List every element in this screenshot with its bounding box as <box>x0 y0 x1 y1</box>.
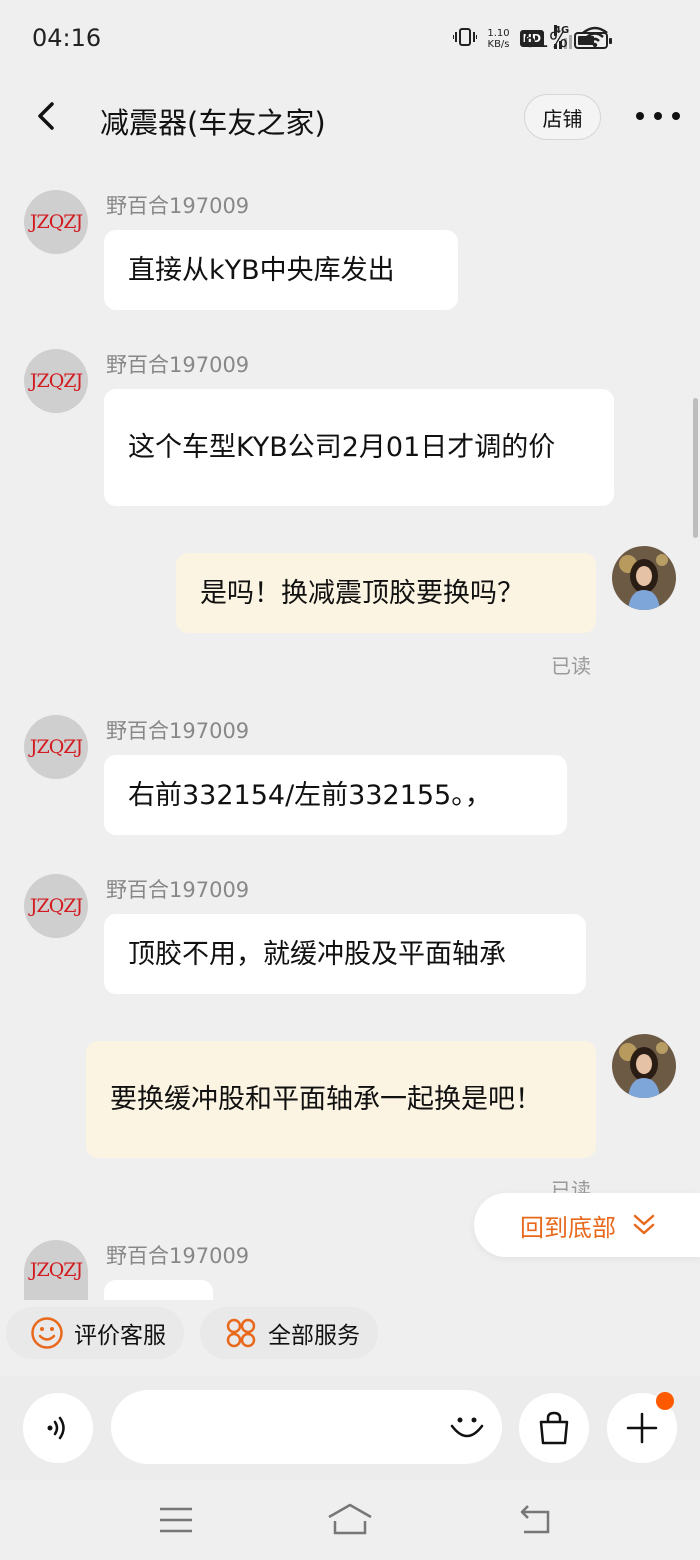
input-bar <box>0 1376 700 1480</box>
status-time: 04:16 <box>32 24 102 52</box>
message-bubble-self[interactable]: 要换缓冲股和平面轴承一起换是吧！ <box>86 1041 596 1158</box>
voice-button[interactable] <box>23 1393 93 1463</box>
more-dot <box>636 112 644 120</box>
shopping-bag-icon <box>539 1411 569 1445</box>
sender-name: 野百合197009 <box>106 719 250 743</box>
shop-avatar[interactable]: JZQZJ <box>24 349 88 413</box>
more-dot <box>672 112 680 120</box>
message-bubble[interactable] <box>104 1280 213 1300</box>
back-button[interactable] <box>28 96 68 136</box>
rate-service-label: 评价客服 <box>74 1323 166 1349</box>
system-nav-bar <box>0 1480 700 1560</box>
message-bubble[interactable]: 右前332154/左前332155。， <box>104 755 567 835</box>
back-nav-button[interactable] <box>510 1498 558 1542</box>
plus-icon <box>626 1412 658 1444</box>
sender-name: 野百合197009 <box>106 878 250 902</box>
status-bar: 04:16 1.10 KB/s HD 4G 61% <box>0 0 700 80</box>
vibrate-icon <box>452 26 479 51</box>
sender-name: 野百合197009 <box>106 1244 250 1268</box>
all-services-button[interactable]: 全部服务 <box>200 1307 378 1359</box>
sender-name: 野百合197009 <box>106 353 250 377</box>
shop-button[interactable]: 店铺 <box>524 94 601 140</box>
battery-level <box>578 36 594 45</box>
more-dot <box>654 112 662 120</box>
return-icon <box>520 1505 550 1534</box>
voice-icon <box>47 1416 65 1440</box>
message-input[interactable] <box>111 1390 502 1464</box>
double-chevron-down-icon <box>633 1214 655 1235</box>
smiley-icon <box>31 1317 63 1349</box>
network-speed: 1.10 KB/s <box>487 27 510 50</box>
home-icon <box>328 1503 372 1535</box>
all-services-label: 全部服务 <box>268 1323 360 1349</box>
shop-avatar[interactable]: JZQZJ <box>24 715 88 779</box>
menu-nav-button[interactable] <box>152 1498 200 1542</box>
notification-dot <box>656 1392 674 1410</box>
page-title: 减震器(车友之家) <box>100 106 326 140</box>
scrollbar[interactable] <box>693 398 698 538</box>
rate-service-button[interactable]: 评价客服 <box>6 1307 184 1359</box>
more-button[interactable] <box>636 106 680 126</box>
emoji-icon <box>450 1417 484 1438</box>
message-bubble[interactable]: 顶胶不用，就缓冲股及平面轴承 <box>104 914 586 994</box>
shop-avatar[interactable]: JZQZJ <box>24 1240 88 1300</box>
emoji-button[interactable] <box>446 1406 488 1448</box>
chevron-left-icon <box>38 102 54 130</box>
back-to-bottom-button[interactable]: 回到底部 <box>474 1193 700 1257</box>
product-button[interactable] <box>519 1393 589 1463</box>
message-bubble[interactable]: 直接从kYB中央库发出 <box>104 230 458 310</box>
battery-icon <box>574 32 612 49</box>
grid-icon <box>226 1318 256 1348</box>
shop-avatar[interactable]: JZQZJ <box>24 874 88 938</box>
read-status: 已读 <box>551 654 591 678</box>
shop-avatar[interactable]: JZQZJ <box>24 190 88 254</box>
back-to-bottom-label: 回到底部 <box>520 1213 616 1242</box>
nav-bar: 减震器(车友之家) 店铺 <box>0 80 700 158</box>
user-avatar[interactable] <box>612 546 676 610</box>
battery-percent: 61% <box>523 28 568 52</box>
menu-icon <box>160 1507 192 1533</box>
user-avatar[interactable] <box>612 1034 676 1098</box>
home-nav-button[interactable] <box>326 1498 374 1542</box>
message-bubble[interactable]: 这个车型KYB公司2月01日才调的价 <box>104 389 614 506</box>
sender-name: 野百合197009 <box>106 194 250 218</box>
message-bubble-self[interactable]: 是吗！换减震顶胶要换吗？ <box>176 553 596 633</box>
